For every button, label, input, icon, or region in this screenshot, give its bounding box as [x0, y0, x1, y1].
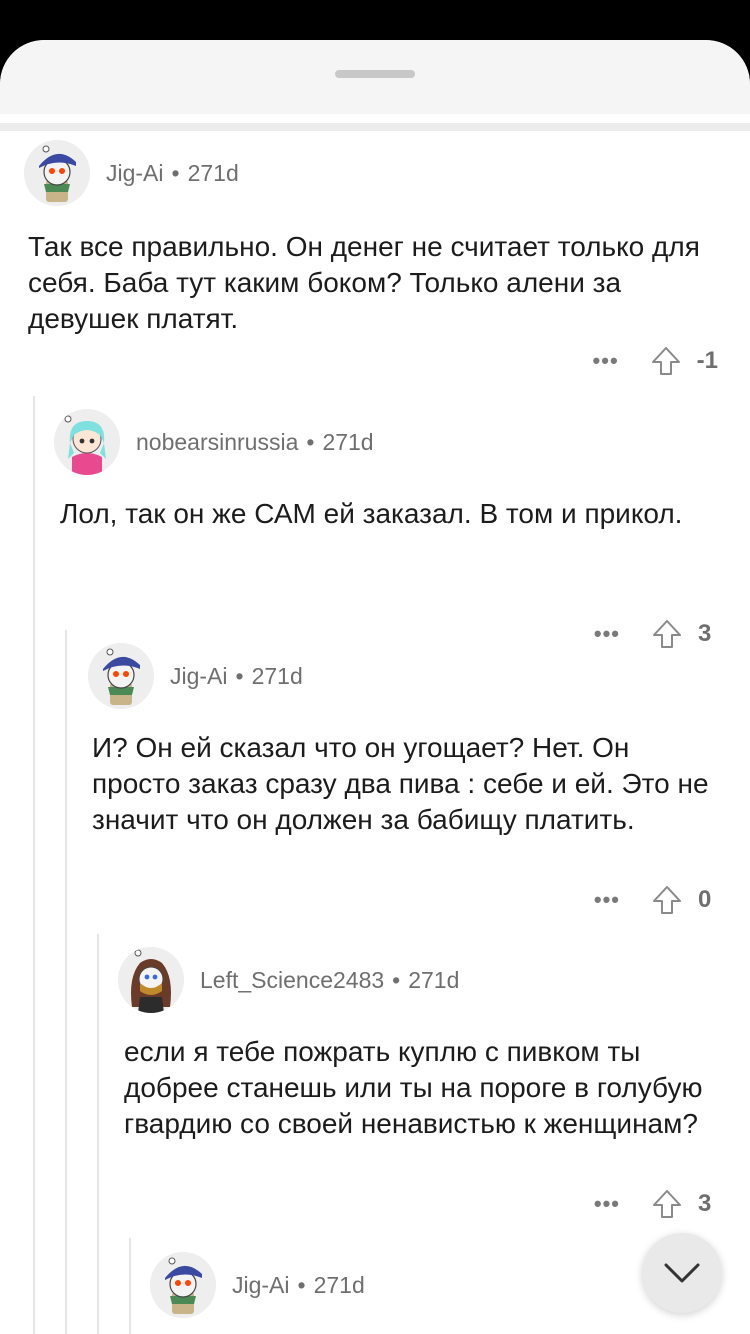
comment-text: Так все правильно. Он денег не считает т…: [28, 231, 700, 334]
comment-age: 271d: [408, 966, 460, 993]
sheet-header: [0, 40, 750, 114]
comment-meta: Left_Science2483 • 271d: [200, 967, 459, 994]
upvote-icon[interactable]: [650, 617, 684, 651]
comment-text: И? Он ей сказал что он угощает? Нет. Он …: [92, 732, 709, 835]
more-options-button[interactable]: •••: [593, 350, 619, 372]
avatar-illustration: [24, 140, 90, 206]
thread-line[interactable]: [97, 934, 99, 1334]
comment-actions: ••• -1: [593, 341, 718, 381]
comment-actions: ••• 0: [594, 880, 718, 920]
comment-header: Jig-Ai • 271d: [88, 636, 303, 716]
comment-header: nobearsinrussia • 271d: [54, 402, 374, 482]
separator-dot: •: [306, 428, 315, 455]
vote-score: 3: [698, 620, 712, 647]
thread-line[interactable]: [33, 396, 35, 1334]
comment-age: 271d: [313, 1271, 365, 1298]
avatar-illustration: [118, 947, 184, 1013]
comment-actions: ••• 3: [594, 614, 718, 654]
comment-text: Лол, так он же САМ ей заказал. В том и п…: [60, 498, 683, 529]
chevron-down-icon: [664, 1263, 700, 1283]
upvote-icon[interactable]: [649, 344, 683, 378]
separator-dot: •: [297, 1271, 306, 1298]
separator-dot: •: [392, 966, 401, 993]
nobear-avatar[interactable]: [54, 409, 120, 475]
comment-age: 271d: [187, 159, 239, 186]
upvote-icon[interactable]: [650, 1187, 684, 1221]
more-options-button[interactable]: •••: [594, 889, 620, 911]
comment-meta: Jig-Ai • 271d: [170, 663, 303, 690]
separator-dot: •: [171, 159, 180, 186]
username[interactable]: Jig-Ai: [170, 663, 228, 689]
more-options-button[interactable]: •••: [594, 1193, 620, 1215]
jig-avatar[interactable]: [88, 643, 154, 709]
comment-meta: nobearsinrussia • 271d: [136, 429, 374, 456]
comment-meta: Jig-Ai • 271d: [232, 1272, 365, 1299]
thread-line[interactable]: [65, 630, 67, 1334]
vote-score: -1: [696, 347, 718, 374]
avatar-illustration: [54, 409, 120, 475]
comments-sheet: Jig-Ai • 271d Так все правильно. Он денег …: [0, 40, 750, 1334]
comment-text: если я тебе пожрать куплю с пивком ты до…: [124, 1036, 703, 1139]
more-options-button[interactable]: •••: [594, 623, 620, 645]
left-science-avatar[interactable]: [118, 947, 184, 1013]
comment-header: Jig-Ai • 271d: [24, 133, 239, 213]
thread-line[interactable]: [129, 1238, 131, 1334]
vote-score: 0: [698, 886, 712, 913]
separator-dot: •: [235, 662, 244, 689]
divider: [0, 123, 750, 131]
username[interactable]: nobearsinrussia: [136, 429, 298, 455]
avatar-illustration: [88, 643, 154, 709]
comment-actions: ••• 3: [594, 1184, 718, 1224]
upvote-icon[interactable]: [650, 883, 684, 917]
jig-avatar[interactable]: [150, 1252, 216, 1318]
jig-avatar[interactable]: [24, 140, 90, 206]
avatar-illustration: [150, 1252, 216, 1318]
vote-score: 3: [698, 1190, 712, 1217]
username[interactable]: Jig-Ai: [106, 160, 164, 186]
username[interactable]: Left_Science2483: [200, 967, 384, 993]
comment-age: 271d: [322, 428, 374, 455]
scroll-down-button[interactable]: [642, 1233, 722, 1313]
username[interactable]: Jig-Ai: [232, 1272, 290, 1298]
drag-handle[interactable]: [335, 70, 415, 78]
comment-header: Left_Science2483 • 271d: [118, 940, 459, 1020]
comment-header: Jig-Ai • 271d: [150, 1245, 365, 1325]
comment-meta: Jig-Ai • 271d: [106, 160, 239, 187]
comment-age: 271d: [251, 662, 303, 689]
